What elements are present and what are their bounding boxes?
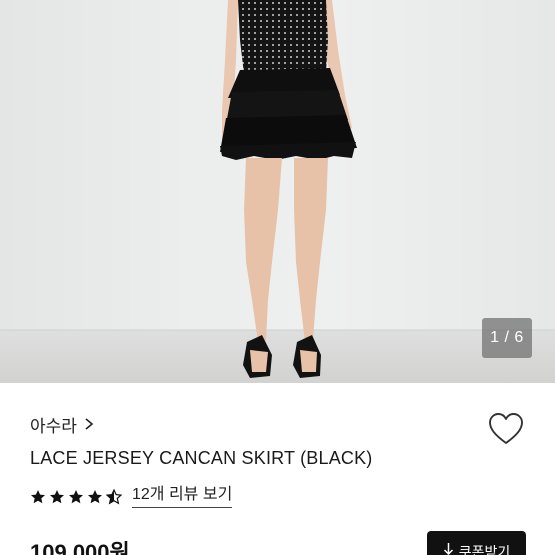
star-icon: [50, 490, 64, 504]
rating-row: 12개 리뷰 보기: [30, 485, 233, 509]
product-photo-illustration: [0, 0, 555, 383]
coupon-button[interactable]: 쿠폰받기: [427, 531, 526, 555]
product-image[interactable]: 1 / 6: [0, 0, 555, 383]
chevron-right-icon: [83, 417, 95, 431]
product-title: LACE JERSEY CANCAN SKIRT (BLACK): [30, 448, 373, 468]
download-arrow-icon: [443, 543, 453, 555]
star-rating: [30, 489, 122, 505]
star-icon: [88, 490, 102, 504]
wishlist-button[interactable]: [487, 411, 525, 447]
product-price: 109,000원: [30, 540, 130, 555]
star-icon: [69, 490, 83, 504]
brand-name: 아수라: [30, 416, 77, 436]
heart-outline-icon: [489, 413, 523, 444]
brand-link[interactable]: 아수라: [30, 412, 95, 436]
star-half-icon: [106, 489, 122, 505]
image-counter: 1 / 6: [482, 318, 532, 358]
review-link[interactable]: 12개 리뷰 보기: [132, 486, 233, 508]
coupon-button-label: 쿠폰받기: [458, 544, 511, 555]
star-icon: [31, 490, 45, 504]
